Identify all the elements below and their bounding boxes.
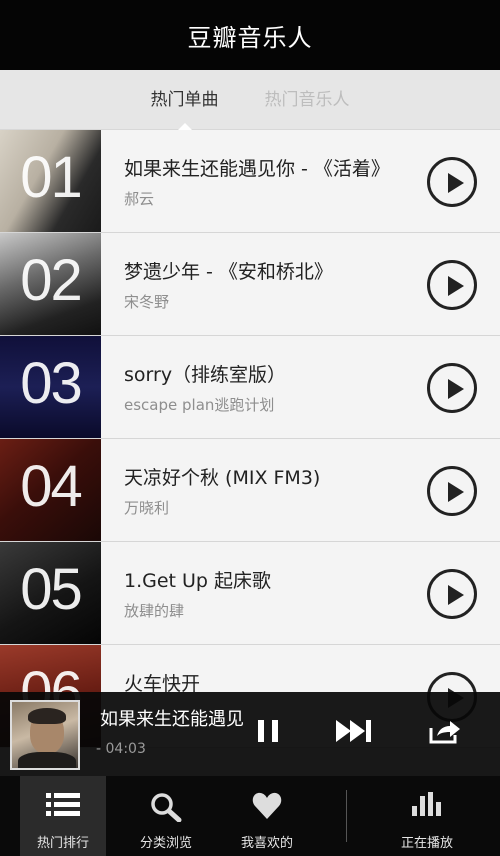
nav-label: 正在播放 xyxy=(400,836,453,851)
song-title: 天凉好个秋 (MIX FM3) xyxy=(124,467,321,489)
nav-hot-charts[interactable]: 热门排行 xyxy=(20,776,106,856)
rank-number: 02 xyxy=(20,248,83,313)
next-track-icon[interactable] xyxy=(336,720,372,742)
tab-bar: 热门单曲 热门音乐人 xyxy=(0,70,500,131)
play-icon[interactable] xyxy=(427,363,477,413)
song-thumbnail: 05 xyxy=(0,542,101,644)
rank-number: 03 xyxy=(20,351,83,416)
song-title: 如果来生还能遇见你 - 《活着》 xyxy=(124,158,390,180)
now-playing-time: - 04:03 xyxy=(96,741,146,757)
play-icon[interactable] xyxy=(427,260,477,310)
album-cover[interactable] xyxy=(10,700,80,770)
song-title: 1.Get Up 起床歌 xyxy=(124,570,272,592)
song-title: 梦遗少年 - 《安和桥北》 xyxy=(124,261,333,283)
nav-browse[interactable]: 分类浏览 xyxy=(123,776,209,856)
nav-divider xyxy=(346,790,347,842)
nav-label: 分类浏览 xyxy=(139,836,192,851)
song-thumbnail: 01 xyxy=(0,130,101,232)
song-row[interactable]: 01 如果来生还能遇见你 - 《活着》 郝云 xyxy=(0,130,500,233)
cover-hair xyxy=(28,708,66,724)
nav-label: 热门排行 xyxy=(36,836,89,851)
song-thumbnail: 03 xyxy=(0,336,101,438)
song-artist: escape plan逃跑计划 xyxy=(124,396,275,414)
rank-number: 01 xyxy=(20,145,83,210)
search-icon xyxy=(150,792,182,826)
tab-hot-musicians[interactable]: 热门音乐人 xyxy=(261,70,354,130)
song-row[interactable]: 04 天凉好个秋 (MIX FM3) 万晓利 xyxy=(0,439,500,542)
play-icon[interactable] xyxy=(427,569,477,619)
pause-icon[interactable] xyxy=(258,720,278,742)
song-title: sorry（排练室版） xyxy=(124,364,287,386)
song-thumbnail: 02 xyxy=(0,233,101,335)
song-row[interactable]: 03 sorry（排练室版） escape plan逃跑计划 xyxy=(0,336,500,439)
now-playing-bar[interactable]: 如果来生还能遇见 - 04:03 xyxy=(0,692,500,776)
nav-favorites[interactable]: 我喜欢的 xyxy=(224,776,310,856)
nav-now-playing[interactable]: 正在播放 xyxy=(384,776,470,856)
bottom-nav: 热门排行 分类浏览 我喜欢的 正在播放 xyxy=(0,776,500,856)
play-icon[interactable] xyxy=(427,466,477,516)
song-row[interactable]: 02 梦遗少年 - 《安和桥北》 宋冬野 xyxy=(0,233,500,336)
play-icon[interactable] xyxy=(427,157,477,207)
now-playing-title: 如果来生还能遇见 xyxy=(100,709,244,730)
song-artist: 宋冬野 xyxy=(124,293,170,311)
rank-number: 05 xyxy=(20,557,83,622)
song-list: 01 如果来生还能遇见你 - 《活着》 郝云 02 梦遗少年 - 《安和桥北》 … xyxy=(0,130,500,748)
heart-icon xyxy=(252,792,282,824)
share-icon[interactable] xyxy=(428,720,462,744)
song-thumbnail: 04 xyxy=(0,439,101,541)
cover-body xyxy=(18,752,76,768)
tab-hot-singles[interactable]: 热门单曲 xyxy=(147,70,223,131)
song-artist: 郝云 xyxy=(124,190,155,208)
song-row[interactable]: 05 1.Get Up 起床歌 放肆的肆 xyxy=(0,542,500,645)
title-bar: 豆瓣音乐人 xyxy=(0,0,500,70)
song-artist: 放肆的肆 xyxy=(124,602,185,620)
nav-label: 我喜欢的 xyxy=(240,836,293,851)
list-icon xyxy=(46,792,80,822)
app-title: 豆瓣音乐人 xyxy=(187,23,313,52)
bars-icon xyxy=(412,792,442,820)
song-artist: 万晓利 xyxy=(124,499,170,517)
rank-number: 04 xyxy=(20,454,83,519)
